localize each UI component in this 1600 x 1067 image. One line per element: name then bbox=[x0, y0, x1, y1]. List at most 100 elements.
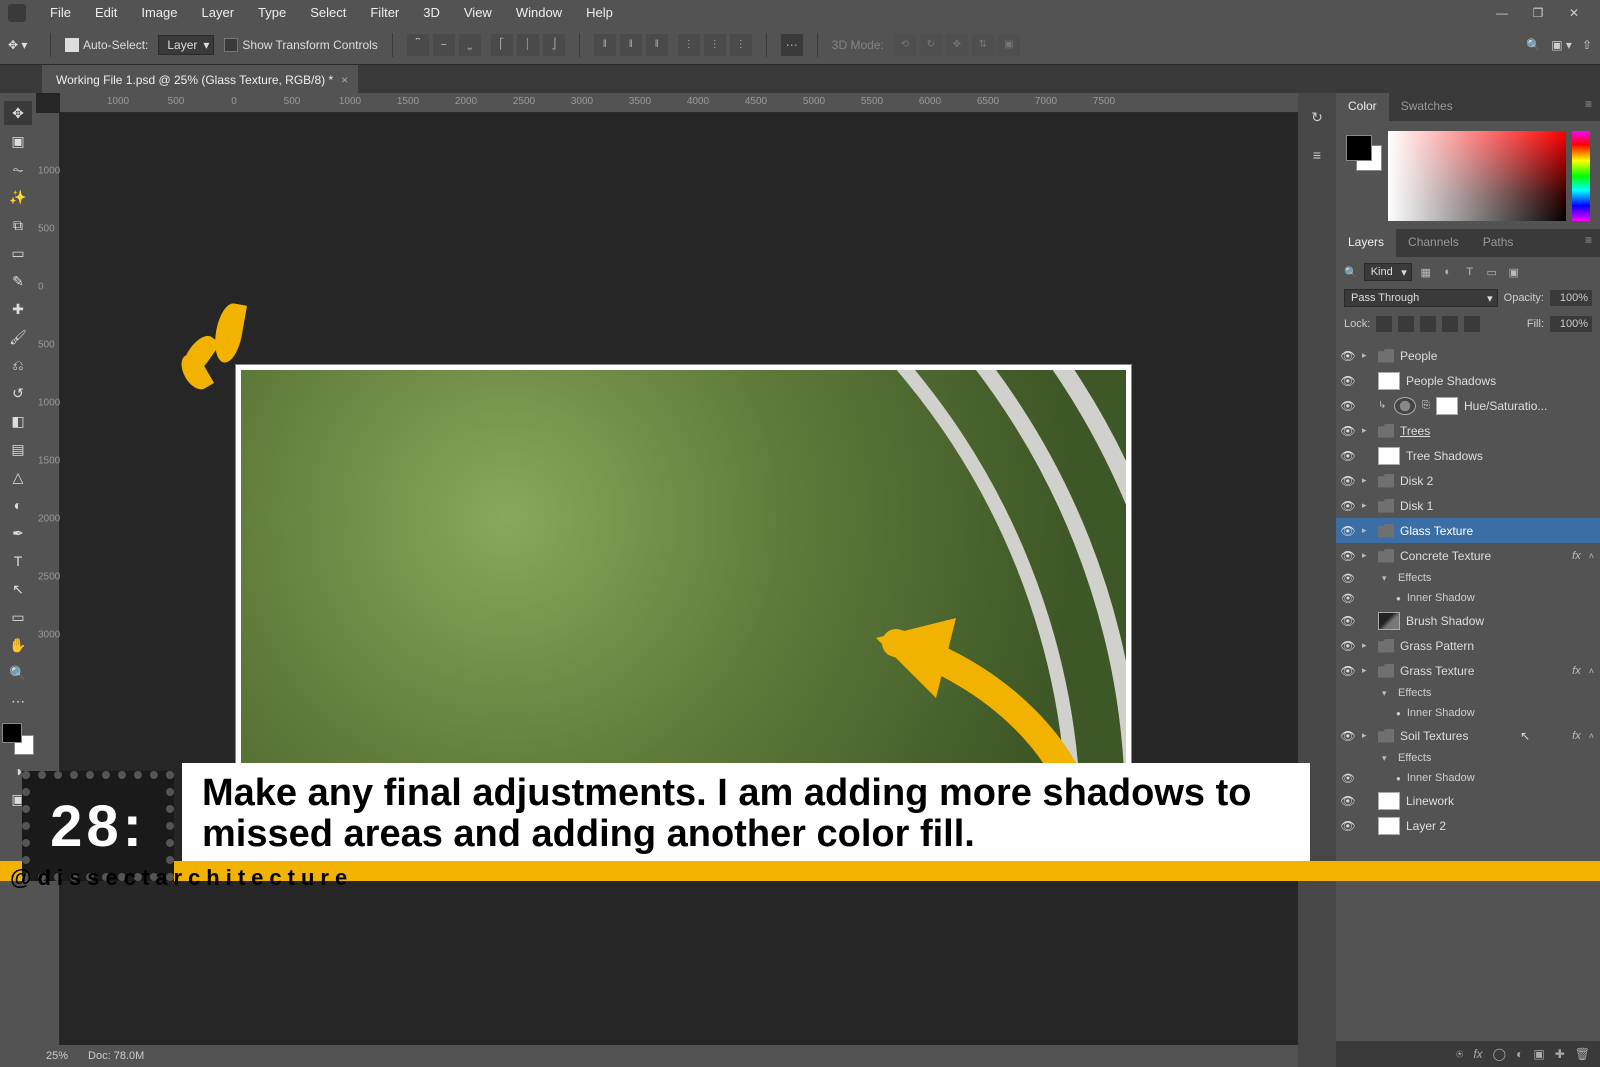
blur-tool[interactable]: △ bbox=[4, 465, 32, 489]
auto-select-target[interactable]: Layer bbox=[158, 35, 214, 55]
visibility-toggle-icon[interactable]: 👁 bbox=[1340, 664, 1356, 678]
layer-row[interactable]: 👁Layer 2 bbox=[1336, 813, 1600, 838]
menu-view[interactable]: View bbox=[452, 1, 504, 24]
visibility-toggle-icon[interactable]: 👁 bbox=[1340, 592, 1356, 605]
layer-fx-badge[interactable]: fx bbox=[1572, 550, 1583, 562]
healing-brush-tool[interactable]: ✚ bbox=[4, 297, 32, 321]
menu-layer[interactable]: Layer bbox=[190, 1, 247, 24]
show-transform-checkbox[interactable]: Show Transform Controls bbox=[224, 38, 377, 52]
type-tool[interactable]: T bbox=[4, 549, 32, 573]
hand-tool[interactable]: ✋ bbox=[4, 633, 32, 657]
marquee-tool[interactable]: ▣ bbox=[4, 129, 32, 153]
expand-chevron-icon[interactable]: ▸ bbox=[1362, 475, 1372, 486]
distribute-vcenter-icon[interactable]: ‖ bbox=[620, 34, 642, 56]
layer-name[interactable]: Disk 1 bbox=[1400, 499, 1594, 513]
delete-layer-icon[interactable]: 🗑 bbox=[1575, 1047, 1590, 1061]
canvas-area[interactable]: 1000500050010001500200025003000350040004… bbox=[36, 93, 1298, 1067]
layer-name[interactable]: Effects bbox=[1398, 572, 1594, 584]
visibility-toggle-icon[interactable]: 👁 bbox=[1340, 374, 1356, 388]
expand-chevron-icon[interactable]: ▸ bbox=[1362, 525, 1372, 536]
layer-list[interactable]: 👁▸People👁People Shadows👁↳⎘Hue/Saturatio.… bbox=[1336, 343, 1600, 1041]
menu-select[interactable]: Select bbox=[298, 1, 358, 24]
layer-row[interactable]: 👁Linework bbox=[1336, 788, 1600, 813]
search-icon[interactable]: 🔍 bbox=[1526, 38, 1541, 52]
layer-row[interactable]: 👁●Inner Shadow bbox=[1336, 588, 1600, 608]
layer-fx-badge[interactable]: fx bbox=[1572, 665, 1583, 677]
lock-transparent-icon[interactable] bbox=[1376, 316, 1392, 332]
fx-expand-icon[interactable]: ▾ bbox=[1382, 688, 1392, 699]
expand-chevron-icon[interactable]: ▸ bbox=[1362, 665, 1372, 676]
align-right-icon[interactable]: ⎦ bbox=[543, 34, 565, 56]
lock-artboard-icon[interactable] bbox=[1442, 316, 1458, 332]
magic-wand-tool[interactable]: ✨ bbox=[4, 185, 32, 209]
layer-filter-kind[interactable]: Kind bbox=[1364, 263, 1412, 281]
lock-position-icon[interactable] bbox=[1420, 316, 1436, 332]
menu-help[interactable]: Help bbox=[574, 1, 625, 24]
layer-row[interactable]: 👁 ▸ Grass Texture fx ˄ bbox=[1336, 658, 1600, 683]
menu-3d[interactable]: 3D bbox=[411, 1, 452, 24]
visibility-toggle-icon[interactable]: 👁 bbox=[1340, 449, 1356, 463]
fx-collapse-icon[interactable]: ˄ bbox=[1589, 731, 1594, 741]
layer-name[interactable]: Grass Texture bbox=[1400, 664, 1566, 678]
layer-name[interactable]: Hue/Saturatio... bbox=[1464, 399, 1594, 413]
filter-type-icon[interactable]: T bbox=[1462, 264, 1478, 280]
menu-filter[interactable]: Filter bbox=[358, 1, 411, 24]
eyedropper-tool[interactable]: ✎ bbox=[4, 269, 32, 293]
dodge-tool[interactable]: ◐ bbox=[4, 493, 32, 517]
filter-pixel-icon[interactable]: ▦ bbox=[1418, 264, 1434, 280]
zoom-tool[interactable]: 🔍 bbox=[4, 661, 32, 685]
layer-row[interactable]: 👁Brush Shadow bbox=[1336, 608, 1600, 633]
lasso-tool[interactable]: ⏦ bbox=[4, 157, 32, 181]
distribute-hcenter-icon[interactable]: ⋮ bbox=[704, 34, 726, 56]
color-fg-swatch[interactable] bbox=[1346, 135, 1372, 161]
expand-chevron-icon[interactable]: ▸ bbox=[1362, 350, 1372, 361]
menu-file[interactable]: File bbox=[38, 1, 83, 24]
layer-row[interactable]: 👁▸People bbox=[1336, 343, 1600, 368]
align-hcenter-icon[interactable]: │ bbox=[517, 34, 539, 56]
crop-tool[interactable]: ⧉ bbox=[4, 213, 32, 237]
distribute-bottom-icon[interactable]: ‖ bbox=[646, 34, 668, 56]
layer-name[interactable]: Inner Shadow bbox=[1407, 772, 1594, 784]
layer-name[interactable]: Concrete Texture bbox=[1400, 549, 1566, 563]
visibility-toggle-icon[interactable]: 👁 bbox=[1340, 349, 1356, 363]
layer-row[interactable]: ▾Effects bbox=[1336, 748, 1600, 768]
visibility-toggle-icon[interactable]: 👁 bbox=[1340, 499, 1356, 513]
new-layer-icon[interactable]: ✚ bbox=[1555, 1047, 1565, 1061]
menu-edit[interactable]: Edit bbox=[83, 1, 129, 24]
filter-adjust-icon[interactable]: ◐ bbox=[1440, 264, 1456, 280]
lock-all-icon[interactable] bbox=[1464, 316, 1480, 332]
visibility-toggle-icon[interactable]: 👁 bbox=[1340, 729, 1356, 743]
layer-row[interactable]: 👁▸Concrete Texturefx˄ bbox=[1336, 543, 1600, 568]
tab-paths[interactable]: Paths bbox=[1471, 229, 1526, 257]
layer-name[interactable]: Trees bbox=[1400, 424, 1594, 438]
layer-name[interactable]: Glass Texture bbox=[1400, 524, 1594, 538]
tab-channels[interactable]: Channels bbox=[1396, 229, 1471, 257]
hue-slider[interactable] bbox=[1572, 131, 1590, 221]
window-minimize[interactable]: — bbox=[1484, 6, 1520, 20]
rectangle-tool[interactable]: ▭ bbox=[4, 605, 32, 629]
history-brush-tool[interactable]: ↺ bbox=[4, 381, 32, 405]
document-tab[interactable]: Working File 1.psd @ 25% (Glass Texture,… bbox=[42, 65, 358, 93]
expand-chevron-icon[interactable]: ▸ bbox=[1362, 500, 1372, 511]
opacity-value[interactable]: 100% bbox=[1550, 290, 1592, 306]
eraser-tool[interactable]: ◧ bbox=[4, 409, 32, 433]
layer-row[interactable]: 👁▸Disk 2 bbox=[1336, 468, 1600, 493]
visibility-toggle-icon[interactable]: 👁 bbox=[1340, 639, 1356, 653]
auto-select-checkbox[interactable]: Auto-Select: bbox=[65, 38, 148, 52]
menu-window[interactable]: Window bbox=[504, 1, 574, 24]
visibility-toggle-icon[interactable]: 👁 bbox=[1340, 819, 1356, 833]
layer-fx-icon[interactable]: fx bbox=[1473, 1047, 1482, 1061]
visibility-toggle-icon[interactable]: 👁 bbox=[1340, 772, 1356, 785]
layer-name[interactable]: Grass Pattern bbox=[1400, 639, 1594, 653]
brush-tool[interactable]: 🖌 bbox=[4, 325, 32, 349]
fill-value[interactable]: 100% bbox=[1550, 316, 1592, 332]
fx-expand-icon[interactable]: ▾ bbox=[1382, 753, 1392, 764]
move-tool[interactable]: ✥ bbox=[4, 101, 32, 125]
layer-name[interactable]: People Shadows bbox=[1406, 374, 1594, 388]
layer-row[interactable]: 👁▸Glass Texture bbox=[1336, 518, 1600, 543]
properties-panel-icon[interactable]: ≡ bbox=[1305, 143, 1329, 167]
fx-collapse-icon[interactable]: ˄ bbox=[1589, 666, 1594, 676]
tab-layers[interactable]: Layers bbox=[1336, 229, 1396, 257]
distribute-top-icon[interactable]: ‖ bbox=[594, 34, 616, 56]
layer-row[interactable]: 👁Tree Shadows bbox=[1336, 443, 1600, 468]
